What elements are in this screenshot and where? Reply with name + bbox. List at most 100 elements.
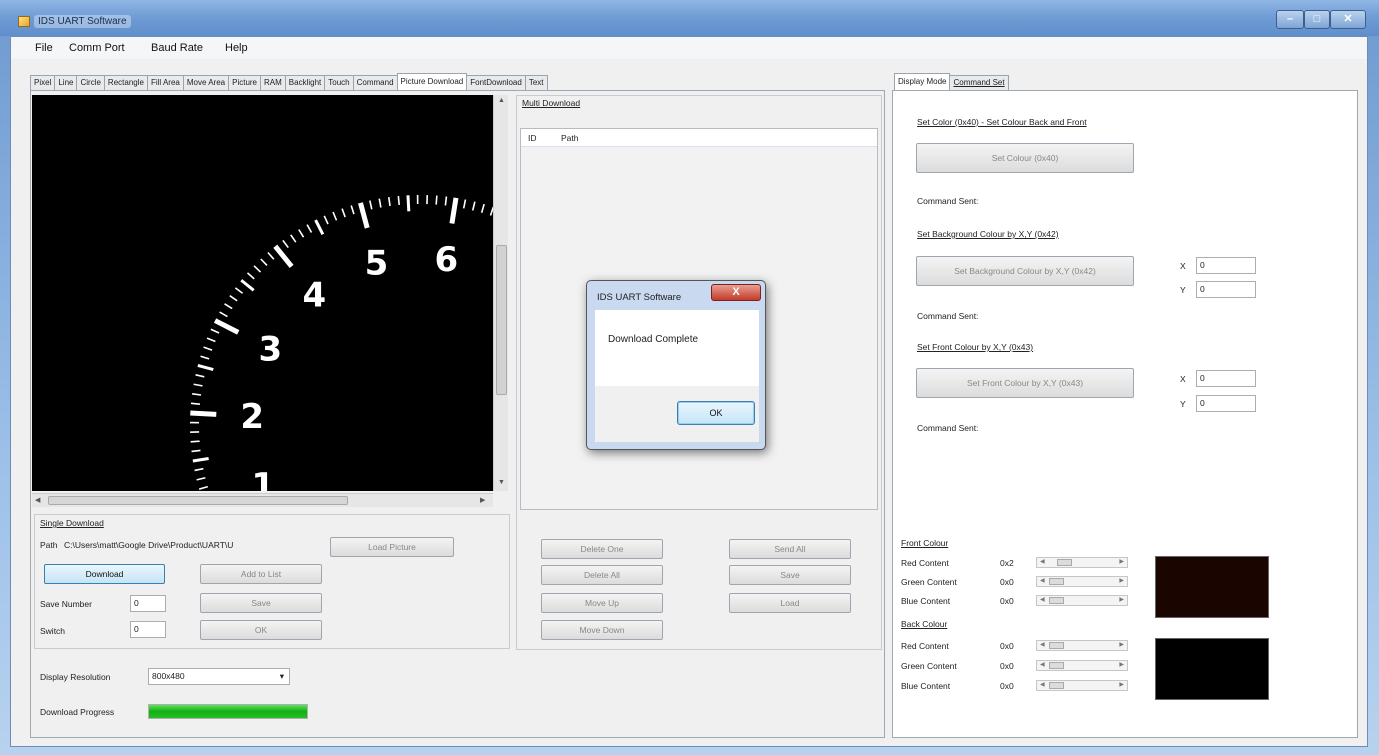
vertical-scroll-thumb[interactable] bbox=[496, 245, 507, 395]
dialog-title: IDS UART Software bbox=[597, 292, 682, 303]
tab-move-area[interactable]: Move Area bbox=[182, 75, 230, 90]
gauge-minor-tick bbox=[435, 195, 438, 205]
tab-text[interactable]: Text bbox=[524, 75, 548, 90]
tab-pixel[interactable]: Pixel bbox=[30, 75, 56, 90]
tab-command-set[interactable]: Command Set bbox=[949, 75, 1009, 90]
download-progress-fill bbox=[149, 705, 307, 718]
dialog-ok-button[interactable]: OK bbox=[677, 401, 755, 425]
back-blue-slider[interactable]: ◀ ▶ bbox=[1036, 680, 1128, 691]
menu-file[interactable]: File bbox=[35, 42, 53, 54]
menu-help[interactable]: Help bbox=[225, 42, 248, 54]
gauge-minor-tick bbox=[193, 383, 203, 387]
maximize-button[interactable]: □ bbox=[1304, 10, 1330, 29]
slider-thumb[interactable] bbox=[1049, 682, 1064, 689]
gauge-minor-tick bbox=[253, 265, 262, 273]
gauge-minor-tick bbox=[378, 198, 382, 208]
add-to-list-button[interactable]: Add to List bbox=[200, 564, 322, 584]
slider-thumb[interactable] bbox=[1049, 597, 1064, 604]
slider-thumb[interactable] bbox=[1049, 662, 1064, 669]
column-id[interactable]: ID bbox=[528, 133, 537, 143]
front-red-slider[interactable]: ◀ ▶ bbox=[1036, 557, 1128, 568]
delete-one-button[interactable]: Delete One bbox=[541, 539, 663, 559]
display-resolution-select[interactable]: 800x480 ▾ bbox=[148, 668, 290, 685]
tab-backlight[interactable]: Backlight bbox=[284, 75, 326, 90]
back-red-value: 0x0 bbox=[1000, 641, 1014, 651]
gauge-minor-tick bbox=[196, 476, 206, 481]
gauge-minor-tick bbox=[314, 219, 325, 236]
tab-line[interactable]: Line bbox=[54, 75, 78, 90]
gauge-minor-tick bbox=[341, 208, 346, 218]
front-blue-label: Blue Content bbox=[901, 596, 951, 606]
back-red-slider[interactable]: ◀ ▶ bbox=[1036, 640, 1128, 651]
back-green-slider[interactable]: ◀ ▶ bbox=[1036, 660, 1128, 671]
list-header: ID Path bbox=[521, 129, 877, 147]
tab-touch[interactable]: Touch bbox=[324, 75, 354, 90]
tab-circle[interactable]: Circle bbox=[76, 75, 105, 90]
tab-command[interactable]: Command bbox=[352, 75, 398, 90]
front-blue-slider[interactable]: ◀ ▶ bbox=[1036, 595, 1128, 606]
gauge-minor-tick bbox=[190, 402, 201, 405]
dialog-close-button[interactable]: X bbox=[711, 284, 761, 301]
gauge-minor-tick bbox=[260, 258, 268, 267]
menu-bar: File Comm Port Baud Rate Help bbox=[11, 37, 1367, 59]
gauge-number-5: 5 bbox=[365, 244, 389, 284]
menu-baud-rate[interactable]: Baud Rate bbox=[151, 42, 203, 54]
bg-y-field[interactable]: 0 bbox=[1196, 281, 1256, 298]
column-path[interactable]: Path bbox=[561, 133, 579, 143]
load-button[interactable]: Load bbox=[729, 593, 851, 613]
gauge-minor-tick bbox=[192, 456, 209, 463]
download-button[interactable]: Download bbox=[44, 564, 165, 584]
save-button[interactable]: Save bbox=[200, 593, 322, 613]
tab-font-download[interactable]: FontDownload bbox=[466, 75, 526, 90]
slider-thumb[interactable] bbox=[1049, 578, 1064, 585]
set-colour-button[interactable]: Set Colour (0x40) bbox=[916, 143, 1134, 173]
minimize-button[interactable]: – bbox=[1276, 10, 1304, 29]
display-resolution-value: 800x480 bbox=[152, 671, 185, 681]
gauge-major-tick bbox=[449, 197, 459, 224]
set-background-colour-button[interactable]: Set Background Colour by X,Y (0x42) bbox=[916, 256, 1134, 286]
front-colour-swatch bbox=[1155, 556, 1269, 618]
front-green-slider[interactable]: ◀ ▶ bbox=[1036, 576, 1128, 587]
delete-all-button[interactable]: Delete All bbox=[541, 565, 663, 585]
gauge-major-tick bbox=[190, 410, 217, 417]
load-picture-button[interactable]: Load Picture bbox=[330, 537, 454, 557]
gauge-minor-tick bbox=[397, 195, 400, 206]
set-front-colour-button[interactable]: Set Front Colour by X,Y (0x43) bbox=[916, 368, 1134, 398]
preview-vertical-scrollbar[interactable]: ▲ ▼ bbox=[493, 95, 508, 491]
horizontal-scroll-thumb[interactable] bbox=[48, 496, 348, 505]
save-number-field[interactable]: 0 bbox=[130, 595, 166, 612]
gauge-minor-tick bbox=[219, 311, 228, 318]
switch-field[interactable]: 0 bbox=[130, 621, 166, 638]
menu-comm-port[interactable]: Comm Port bbox=[69, 42, 125, 54]
front-y-field[interactable]: 0 bbox=[1196, 395, 1256, 412]
front-x-field[interactable]: 0 bbox=[1196, 370, 1256, 387]
gauge-minor-tick bbox=[195, 374, 205, 378]
right-tab-strip: Display Mode Command Set bbox=[894, 73, 1009, 90]
preview-horizontal-scrollbar[interactable]: ◀ ▶ bbox=[32, 493, 493, 507]
gauge-minor-tick bbox=[282, 239, 289, 249]
tab-rectangle[interactable]: Rectangle bbox=[103, 75, 148, 90]
command-sent-label-3: Command Sent: bbox=[917, 423, 979, 433]
send-all-button[interactable]: Send All bbox=[729, 539, 851, 559]
multi-save-button[interactable]: Save bbox=[729, 565, 851, 585]
display-resolution-label: Display Resolution bbox=[40, 672, 111, 682]
slider-thumb[interactable] bbox=[1049, 642, 1064, 649]
close-window-button[interactable]: ✕ bbox=[1330, 10, 1366, 29]
bg-x-field[interactable]: 0 bbox=[1196, 257, 1256, 274]
tab-ram[interactable]: RAM bbox=[260, 75, 286, 90]
download-progress-bar bbox=[148, 704, 308, 719]
tab-picture-download[interactable]: Picture Download bbox=[396, 73, 468, 90]
dialog-message: Download Complete bbox=[608, 334, 699, 345]
gauge-minor-tick bbox=[224, 303, 233, 310]
move-down-button[interactable]: Move Down bbox=[541, 620, 663, 640]
slider-thumb[interactable] bbox=[1057, 559, 1072, 566]
move-up-button[interactable]: Move Up bbox=[541, 593, 663, 613]
tab-picture[interactable]: Picture bbox=[228, 75, 262, 90]
tab-fill-area[interactable]: Fill Area bbox=[146, 75, 184, 90]
path-value: C:\Users\matt\Google Drive\Product\UART\… bbox=[64, 540, 234, 550]
gauge-minor-tick bbox=[290, 234, 297, 243]
tab-display-mode[interactable]: Display Mode bbox=[894, 73, 951, 90]
ok-button[interactable]: OK bbox=[200, 620, 322, 640]
gauge-minor-tick bbox=[406, 195, 411, 212]
gauge-minor-tick bbox=[190, 440, 200, 443]
